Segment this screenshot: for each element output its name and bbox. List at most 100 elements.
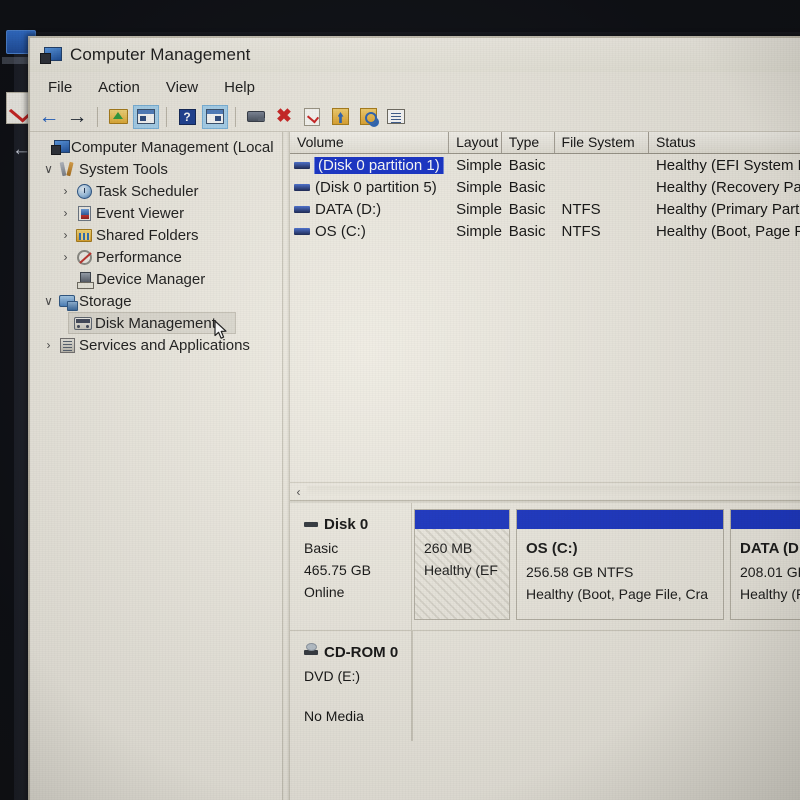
cdrom-status: No Media	[304, 707, 364, 724]
partition-os-c[interactable]: OS (C:) 256.58 GB NTFS Healthy (Boot, Pa…	[516, 509, 724, 620]
volume-name: (Disk 0 partition 1)	[314, 156, 444, 174]
export-list-button[interactable]	[327, 105, 353, 129]
menu-item-file[interactable]: File	[38, 76, 82, 99]
refresh-button[interactable]	[243, 105, 269, 129]
list-view-icon	[387, 109, 405, 124]
export-list-icon	[331, 108, 349, 125]
menu-item-view[interactable]: View	[156, 76, 208, 99]
tree-twisty[interactable]: ∨	[40, 295, 57, 307]
cdrom-empty-area[interactable]	[412, 631, 800, 741]
console-tree-pane: Computer Management (Local ∨ System Tool…	[30, 132, 282, 800]
partition-status: Healthy (Boot, Page File, Cra	[526, 586, 709, 603]
partition-efi[interactable]: 260 MB Healthy (EF	[414, 509, 510, 620]
partition-usage-bar	[415, 510, 509, 529]
layout-cell: Simple	[456, 156, 502, 174]
properties-button[interactable]	[299, 105, 325, 129]
volume-list-header: Volume Layout Type File System Status	[290, 132, 800, 154]
table-row[interactable]: (Disk 0 partition 1) Simple Basic Health…	[290, 154, 800, 176]
tree-item-device-manager[interactable]: Device Manager	[30, 268, 282, 290]
tree-item-system-tools[interactable]: ∨ System Tools	[30, 158, 282, 180]
disk-name: Disk 0	[324, 516, 369, 533]
services-applications-icon	[57, 337, 77, 353]
tree-item-label: Computer Management (Local	[71, 138, 274, 156]
disk-block-disk0[interactable]: Disk 0 Basic 465.75 GB Online 260 MB Hea…	[290, 503, 800, 631]
tree-item-disk-management[interactable]: Disk Management	[68, 312, 236, 334]
tree-item-label: Task Scheduler	[96, 182, 199, 200]
column-header-type[interactable]: Type	[501, 132, 555, 153]
show-hide-action-pane-button[interactable]	[202, 104, 228, 129]
column-header-file-system[interactable]: File System	[554, 132, 649, 153]
file-system-cell: NTFS	[561, 222, 601, 240]
volume-icon	[294, 205, 310, 213]
show-hide-console-tree-button[interactable]	[133, 104, 159, 129]
tree-twisty[interactable]: ›	[57, 207, 74, 219]
table-row[interactable]: DATA (D:) Simple Basic NTFS Healthy (Pri…	[290, 198, 800, 220]
volume-cell: (Disk 0 partition 5)	[290, 179, 449, 196]
tree-twisty[interactable]: ›	[57, 229, 74, 241]
tree-item-label: Device Manager	[96, 270, 206, 288]
column-header-volume[interactable]: Volume	[290, 132, 450, 153]
list-view-button[interactable]	[383, 105, 409, 129]
partition-usage-bar	[517, 510, 723, 529]
volume-cell: (Disk 0 partition 1)	[290, 156, 449, 174]
partition-name: DATA (D:)	[740, 540, 800, 557]
disk-block-cdrom0[interactable]: CD-ROM 0 DVD (E:) No Media	[290, 631, 800, 741]
tree-item-event-viewer[interactable]: › Event Viewer	[30, 202, 282, 224]
menu-item-action[interactable]: Action	[88, 76, 150, 99]
layout-cell: Simple	[456, 222, 502, 240]
tree-item-task-scheduler[interactable]: › Task Scheduler	[30, 180, 282, 202]
table-row[interactable]: OS (C:) Simple Basic NTFS Healthy (Boot,…	[290, 220, 800, 242]
delete-icon: ✖	[276, 106, 292, 127]
forward-button[interactable]: →	[64, 105, 90, 129]
layout-cell: Simple	[456, 200, 502, 218]
tree-item-storage[interactable]: ∨ Storage	[30, 290, 282, 312]
layout-cell: Simple	[456, 178, 502, 196]
tree-item-services-and-applications[interactable]: › Services and Applications	[30, 334, 282, 356]
disk-info-cdrom0: CD-ROM 0 DVD (E:) No Media	[290, 631, 412, 741]
back-button[interactable]: ←	[36, 105, 62, 129]
up-one-level-button[interactable]	[105, 105, 131, 129]
partition-status: Healthy (Pri	[740, 586, 800, 603]
disk-name: CD-ROM 0	[324, 644, 399, 661]
partition-size: 260 MB	[424, 540, 473, 556]
details-pane: Volume Layout Type File System Status (D…	[290, 132, 800, 800]
disk-status: Online	[304, 583, 345, 600]
column-header-layout[interactable]: Layout	[449, 132, 502, 153]
tree-item-shared-folders[interactable]: › Shared Folders	[30, 224, 282, 246]
tree-twisty[interactable]: ∨	[40, 163, 57, 175]
tree-item-label: Services and Applications	[79, 336, 250, 354]
scroll-left-icon[interactable]: ‹	[290, 485, 307, 499]
toolbar-separator	[97, 106, 98, 127]
menu-item-help[interactable]: Help	[214, 76, 265, 99]
file-system-cell: NTFS	[561, 200, 601, 218]
toolbar: ← → ? ✖	[30, 102, 800, 132]
tree-twisty[interactable]: ›	[57, 185, 74, 197]
pane-splitter[interactable]	[282, 132, 290, 800]
partition-data-d[interactable]: DATA (D:) 208.01 GB N Healthy (Pri	[730, 509, 800, 620]
volume-icon	[294, 161, 310, 169]
desktop-top-band	[0, 0, 800, 32]
scrollbar-track[interactable]	[307, 485, 800, 498]
search-button[interactable]	[355, 105, 381, 129]
back-icon: ←	[38, 105, 60, 128]
volume-cell: DATA (D:)	[290, 201, 449, 218]
disk-partitions-disk0: 260 MB Healthy (EF OS (C:) 256.58 GB NTF…	[412, 503, 800, 630]
status-cell: Healthy (Recovery Par	[655, 178, 800, 196]
computer-management-icon	[40, 46, 62, 64]
delete-button[interactable]: ✖	[271, 105, 297, 129]
partition-details: OS (C:) 256.58 GB NTFS Healthy (Boot, Pa…	[517, 529, 723, 619]
cdrom-icon	[304, 643, 318, 656]
partition-name: OS (C:)	[526, 540, 578, 557]
table-row[interactable]: (Disk 0 partition 5) Simple Basic Health…	[290, 176, 800, 198]
partition-details: DATA (D:) 208.01 GB N Healthy (Pri	[731, 529, 800, 619]
type-cell: Basic	[508, 222, 546, 240]
help-button[interactable]: ?	[174, 105, 200, 129]
column-header-status[interactable]: Status	[648, 132, 800, 153]
volume-list-horizontal-scrollbar[interactable]: ‹	[290, 482, 800, 500]
tree-twisty[interactable]: ›	[40, 339, 57, 351]
tree-item-performance[interactable]: › Performance	[30, 246, 282, 268]
tree-item-computer-management[interactable]: Computer Management (Local	[30, 136, 282, 158]
task-scheduler-icon	[74, 183, 94, 199]
tree-twisty[interactable]: ›	[57, 251, 74, 263]
